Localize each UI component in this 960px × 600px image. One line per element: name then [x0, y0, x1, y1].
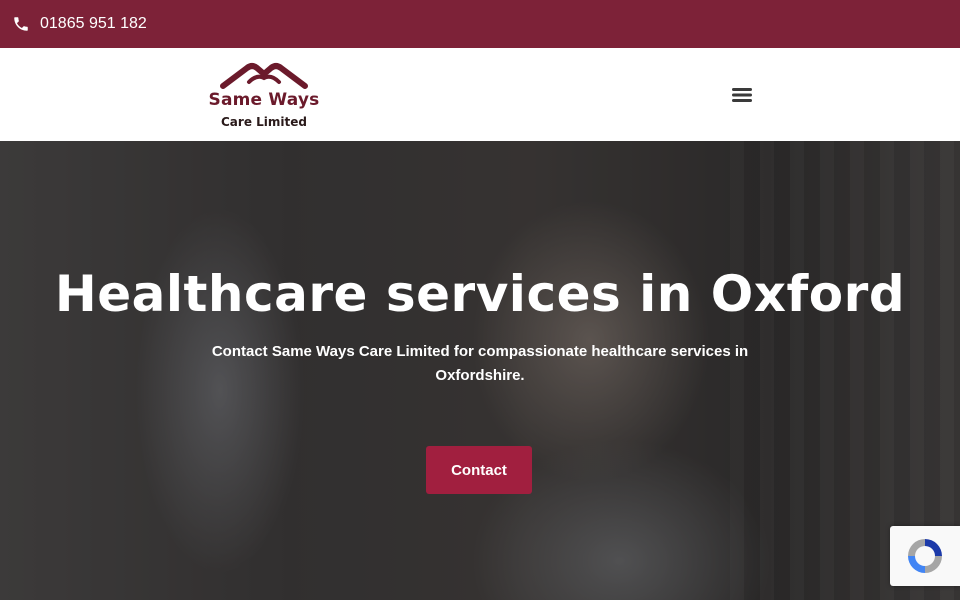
hero-subtitle: Contact Same Ways Care Limited for compa…: [211, 343, 749, 384]
top-contact-bar: 01865 951 182: [0, 0, 960, 48]
hero-title: Healthcare services in Oxford: [54, 265, 906, 323]
contact-button[interactable]: Contact: [426, 446, 532, 494]
recaptcha-icon: [908, 539, 942, 573]
hero-section: Healthcare services in Oxford Contact Sa…: [0, 141, 960, 600]
roof-hands-icon: [220, 63, 308, 89]
logo-title: Same Ways: [208, 90, 320, 110]
phone-link[interactable]: 01865 951 182: [12, 15, 147, 33]
hamburger-menu-icon[interactable]: [728, 82, 756, 108]
phone-number: 01865 951 182: [40, 15, 147, 32]
recaptcha-badge[interactable]: [890, 526, 960, 586]
site-header: Same Ways Care Limited: [0, 48, 960, 141]
logo-subtitle: Care Limited: [221, 115, 307, 129]
phone-icon: [12, 15, 30, 33]
site-logo[interactable]: Same Ways Care Limited: [203, 60, 325, 132]
